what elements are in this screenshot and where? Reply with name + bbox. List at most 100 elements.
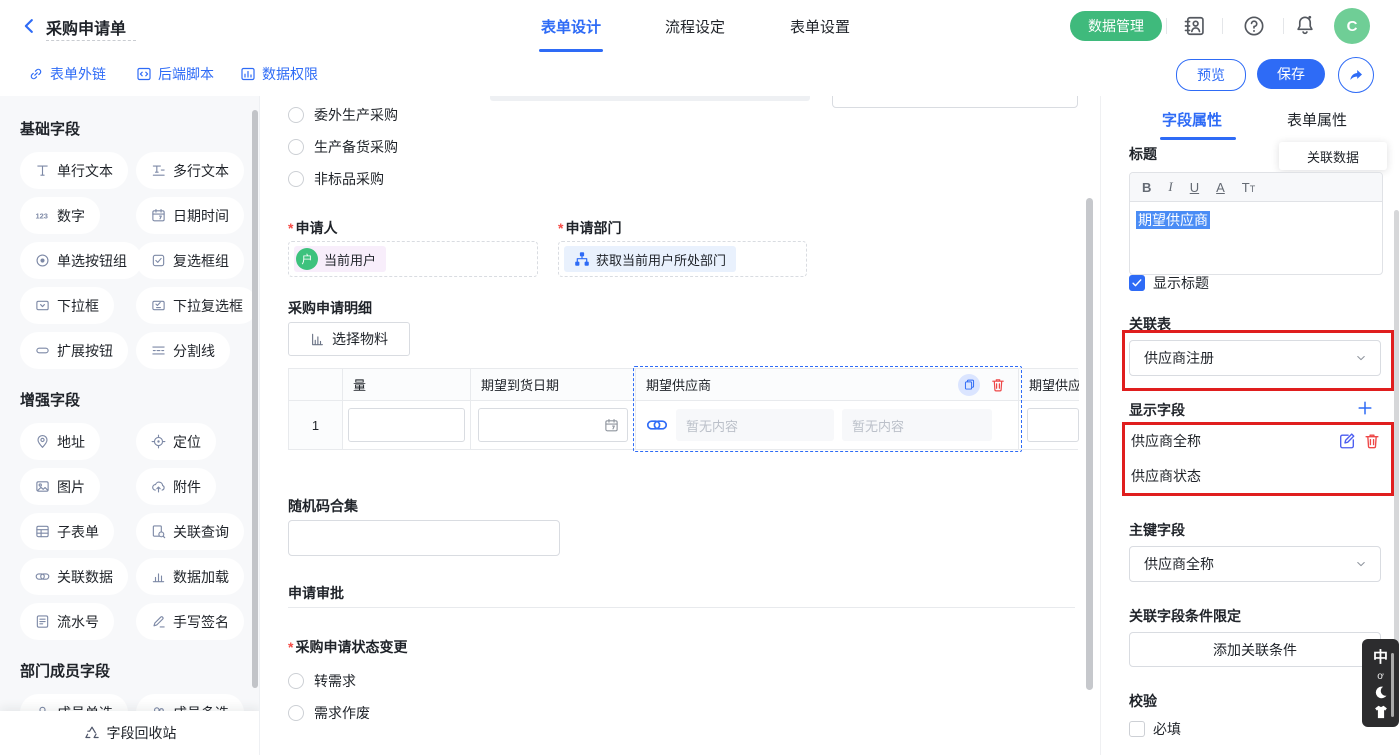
field-item-data-load[interactable]: 数据加载: [136, 558, 244, 595]
bell-icon[interactable]: [1294, 14, 1316, 36]
delete-column-icon[interactable]: [990, 377, 1006, 393]
field-item-address[interactable]: 地址: [20, 423, 100, 460]
field-item-multiselect[interactable]: 下拉复选框: [136, 287, 258, 324]
field-item-linked-data[interactable]: 关联数据: [20, 558, 128, 595]
primary-key-select[interactable]: 供应商全称: [1129, 546, 1381, 582]
italic-button[interactable]: I: [1168, 179, 1172, 195]
random-code-input[interactable]: [288, 520, 560, 556]
moon-icon[interactable]: [1373, 685, 1388, 700]
field-item-divider-line[interactable]: 分割线: [136, 332, 230, 369]
quantity-input[interactable]: [348, 408, 465, 442]
preview-button[interactable]: 预览: [1176, 59, 1246, 91]
field-item-signature[interactable]: 手写签名: [136, 603, 244, 640]
selected-title-text: 期望供应商: [1136, 211, 1210, 229]
form-external-link[interactable]: 表单外链: [28, 64, 106, 84]
related-table-select[interactable]: 供应商注册: [1129, 340, 1381, 376]
department-field[interactable]: 获取当前用户所处部门: [558, 241, 807, 277]
share-button[interactable]: [1338, 57, 1374, 93]
save-button[interactable]: 保存: [1257, 59, 1325, 89]
ime-lang-indicator[interactable]: 中: [1373, 646, 1388, 667]
font-size-button[interactable]: TT: [1242, 180, 1255, 195]
sub-toolbar: 表单外链 后端脚本 数据权限 预览 保存: [0, 52, 1400, 97]
title-label: 标题: [1129, 144, 1157, 164]
tab-flow-setting[interactable]: 流程设定: [665, 16, 725, 37]
tone-icon[interactable]: ơ: [1377, 671, 1384, 682]
radio-icon[interactable]: [288, 705, 304, 721]
font-color-button[interactable]: A: [1216, 180, 1225, 195]
radio-option[interactable]: 需求作废: [288, 705, 370, 721]
show-title-row[interactable]: 显示标题: [1129, 273, 1209, 293]
ime-handle[interactable]: [1391, 653, 1394, 717]
data-permission-link[interactable]: 数据权限: [240, 64, 318, 84]
bold-button[interactable]: B: [1142, 180, 1151, 195]
title-editor-body[interactable]: 期望供应商: [1130, 202, 1382, 274]
display-field-item[interactable]: 供应商全称: [1131, 431, 1381, 451]
radio-icon[interactable]: [288, 139, 304, 155]
field-item-subform[interactable]: 子表单: [20, 513, 114, 550]
col-header-expected-supplier[interactable]: 期望供应商: [636, 369, 1019, 401]
data-manage-button[interactable]: 数据管理: [1070, 11, 1162, 41]
field-item-attachment[interactable]: 附件: [136, 468, 216, 505]
field-item-number[interactable]: 123数字: [20, 197, 100, 234]
canvas-scrollbar[interactable]: [1086, 198, 1093, 690]
field-item-linked-query[interactable]: 关联查询: [136, 513, 244, 550]
show-title-checkbox[interactable]: [1129, 275, 1145, 291]
checkbox-group-icon: [151, 253, 166, 268]
radio-icon[interactable]: [288, 171, 304, 187]
field-item-single-line-text[interactable]: 单行文本: [20, 152, 128, 189]
radio-icon[interactable]: [288, 673, 304, 689]
radio-option[interactable]: 委外生产采购: [288, 107, 398, 123]
radio-option[interactable]: 非标品采购: [288, 171, 384, 187]
required-row[interactable]: 必填: [1129, 719, 1181, 739]
sidebar-scrollbar[interactable]: [252, 110, 258, 688]
copy-column-icon[interactable]: [958, 374, 980, 396]
ime-toolbar[interactable]: 中 ơ: [1362, 639, 1399, 727]
tab-form-design[interactable]: 表单设计: [541, 16, 601, 37]
field-item-checkbox-group[interactable]: 复选框组: [136, 242, 244, 279]
field-item-select[interactable]: 下拉框: [20, 287, 114, 324]
tab-field-properties[interactable]: 字段属性: [1162, 109, 1222, 130]
chart-bars-icon: [310, 332, 325, 347]
address-book-icon[interactable]: [1183, 15, 1205, 37]
radio-option[interactable]: 转需求: [288, 673, 356, 689]
select-material-button[interactable]: 选择物料: [288, 322, 410, 356]
current-dept-tag[interactable]: 获取当前用户所处部门: [564, 246, 736, 272]
field-item-serial-number[interactable]: 流水号: [20, 603, 114, 640]
linked-data-cell[interactable]: 暂无内容 暂无内容: [636, 401, 1019, 449]
col-header-expected-date[interactable]: 期望到货日期: [471, 369, 636, 401]
field-item-location[interactable]: 定位: [136, 423, 216, 460]
back-icon[interactable]: [20, 17, 38, 35]
applicant-field[interactable]: 户 当前用户: [288, 241, 538, 277]
date-input[interactable]: [478, 408, 628, 442]
field-item-radio-group[interactable]: 单选按钮组: [20, 242, 142, 279]
avatar[interactable]: C: [1334, 8, 1370, 44]
col-header-quantity[interactable]: 量: [343, 369, 471, 401]
radio-icon[interactable]: [288, 107, 304, 123]
field-recycle-bin[interactable]: 字段回收站: [0, 711, 260, 755]
field-item-datetime[interactable]: 日期时间: [136, 197, 244, 234]
field-item-extend-button[interactable]: 扩展按钮: [20, 332, 128, 369]
underline-button[interactable]: U: [1190, 180, 1199, 195]
calendar-icon: [604, 418, 619, 433]
panel-scrollbar[interactable]: [1394, 210, 1399, 710]
help-icon[interactable]: [1243, 15, 1265, 37]
required-checkbox[interactable]: [1129, 721, 1145, 737]
col-header-expected-supplier-2[interactable]: 期望供应: [1019, 369, 1079, 401]
trash-icon[interactable]: [1363, 432, 1381, 450]
edit-icon[interactable]: [1338, 432, 1356, 450]
tab-form-properties[interactable]: 表单属性: [1287, 109, 1347, 130]
current-user-tag[interactable]: 户 当前用户: [294, 246, 386, 272]
field-item-image[interactable]: 图片: [20, 468, 100, 505]
add-display-field-icon[interactable]: [1357, 400, 1373, 416]
supplier-name-placeholder: 暂无内容: [676, 409, 834, 441]
condition-label: 关联字段条件限定: [1129, 606, 1241, 626]
status-change-label: *采购申请状态变更: [288, 637, 407, 657]
field-item-multi-line-text[interactable]: 多行文本: [136, 152, 244, 189]
add-condition-button[interactable]: 添加关联条件: [1129, 632, 1381, 667]
radio-option[interactable]: 生产备货采购: [288, 139, 398, 155]
backend-script-link[interactable]: 后端脚本: [136, 64, 214, 84]
tab-form-setting[interactable]: 表单设置: [790, 16, 850, 37]
shirt-icon[interactable]: [1373, 704, 1389, 720]
clipped-input[interactable]: [1027, 408, 1079, 442]
display-field-item[interactable]: 供应商状态: [1131, 466, 1201, 486]
